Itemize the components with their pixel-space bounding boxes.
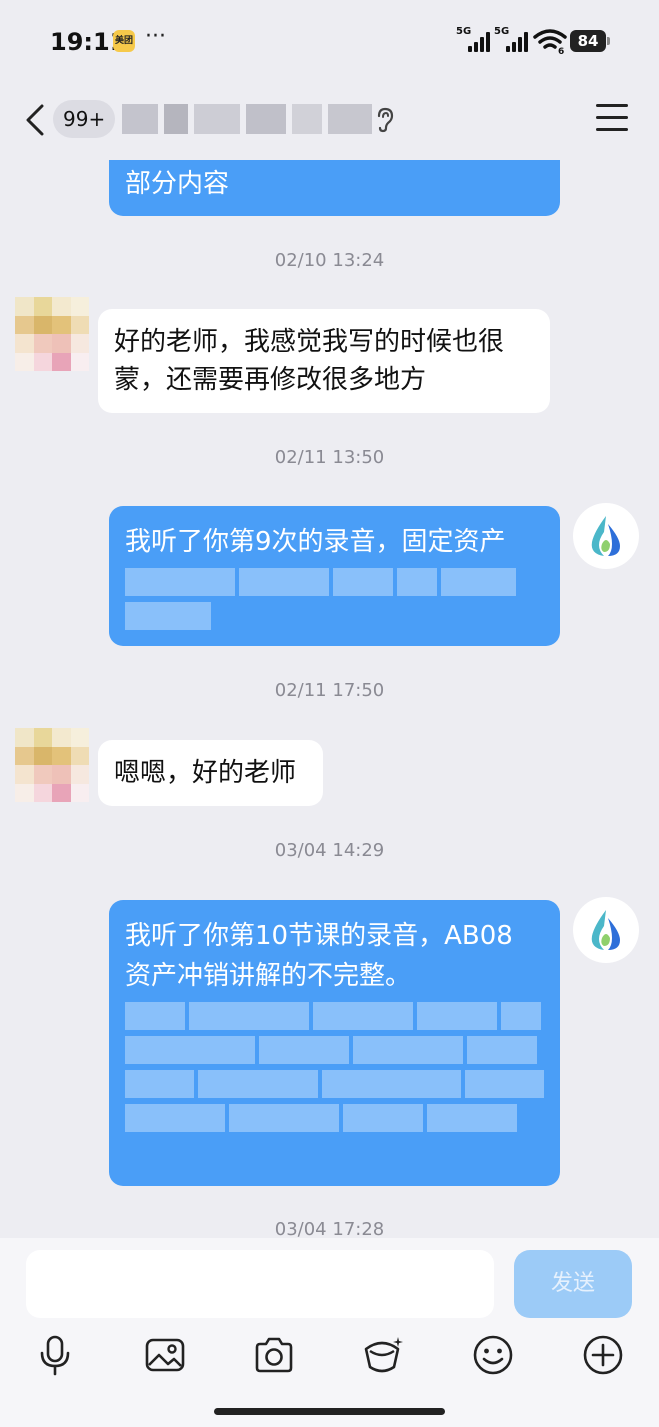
message-timestamp: 02/10 13:24	[274, 250, 385, 271]
image-icon[interactable]	[143, 1333, 187, 1377]
message-text: 我听了你第9次的录音，固定资产	[125, 527, 506, 557]
message-text: 部分内容	[125, 169, 230, 199]
status-bar: 19:11 美团 ··· 5G 5G 6 84	[0, 0, 659, 80]
my-avatar[interactable]	[573, 897, 639, 963]
message-timestamp: 03/04 17:28	[274, 1219, 385, 1240]
svg-text:6: 6	[558, 47, 564, 54]
message-bubble-other[interactable]: 好的老师，我感觉我写的时候也很 蒙，还需要再修改很多地方	[98, 309, 550, 413]
message-bubble-mine[interactable]: 我听了你第9次的录音，固定资产	[109, 506, 560, 646]
camera-icon[interactable]	[252, 1333, 296, 1377]
redacted-text	[125, 602, 215, 630]
menu-icon[interactable]	[596, 104, 628, 134]
red-packet-icon[interactable]	[360, 1333, 404, 1377]
cellular-signal-2-icon: 5G	[494, 26, 528, 52]
microphone-icon[interactable]	[33, 1333, 77, 1377]
message-bubble-other[interactable]: 嗯嗯，好的老师	[98, 740, 323, 806]
message-timestamp: 02/11 13:50	[274, 447, 385, 468]
contact-avatar[interactable]	[15, 297, 89, 371]
battery-indicator: 84	[570, 30, 606, 52]
message-text: 好的老师，我感觉我写的时候也很	[114, 327, 505, 357]
message-bubble-mine[interactable]: 我听了你第10节课的录音，AB08 资产冲销讲解的不完整。	[109, 900, 560, 1186]
send-button[interactable]: 发送	[514, 1250, 632, 1318]
contact-name-redacted	[122, 102, 372, 136]
app-logo-icon	[591, 910, 620, 950]
contact-avatar[interactable]	[15, 728, 89, 802]
back-arrow-icon[interactable]	[20, 100, 50, 140]
redacted-text	[125, 1036, 544, 1064]
app-logo-icon	[591, 516, 620, 556]
message-timestamp: 02/11 17:50	[274, 680, 385, 701]
chat-input-area: 发送	[0, 1238, 659, 1427]
more-notifications-icon: ···	[145, 24, 166, 49]
ear-icon[interactable]	[374, 106, 396, 134]
message-timestamp: 03/04 14:29	[274, 840, 385, 861]
redacted-text	[125, 1104, 544, 1132]
plus-icon[interactable]	[581, 1333, 625, 1377]
chat-header: 99+	[0, 80, 659, 160]
message-text: 我听了你第10节课的录音，AB08	[125, 921, 513, 951]
my-avatar[interactable]	[573, 503, 639, 569]
cellular-signal-icon: 5G	[456, 26, 490, 52]
redacted-text	[125, 1070, 544, 1098]
message-text: 嗯嗯，好的老师	[114, 758, 297, 788]
home-indicator[interactable]	[214, 1408, 445, 1415]
emoji-icon[interactable]	[471, 1333, 515, 1377]
message-text: 蒙，还需要再修改很多地方	[114, 365, 427, 395]
meituan-app-icon: 美团	[113, 30, 135, 52]
unread-count-badge[interactable]: 99+	[53, 100, 116, 138]
wifi-icon: 6	[533, 29, 567, 54]
redacted-text	[125, 568, 544, 596]
message-text: 资产冲销讲解的不完整。	[125, 961, 412, 991]
redacted-text	[125, 1002, 544, 1030]
battery-cap	[607, 37, 610, 45]
message-input[interactable]	[26, 1250, 494, 1318]
